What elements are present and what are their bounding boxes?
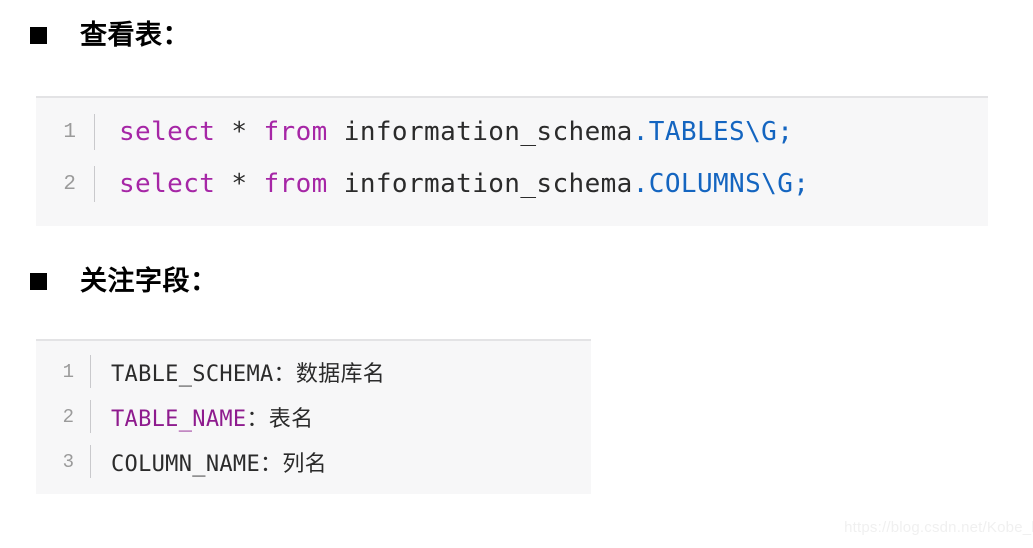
field-name: TABLE_SCHEMA	[111, 361, 274, 387]
square-bullet-icon	[30, 27, 47, 44]
section-heading-label: 查看表：	[80, 20, 190, 51]
section-heading-key-fields: 关注字段：	[30, 268, 218, 295]
sql-keyword-from: from	[263, 169, 328, 199]
sql-schema-identifier: information_schema	[327, 169, 633, 199]
line-number: 1	[63, 120, 76, 144]
sql-schema-identifier: information_schema	[327, 117, 633, 147]
code-line: 2 select * from information_schema.COLUM…	[36, 158, 988, 210]
sql-table-reference: .COLUMNS\G;	[632, 169, 810, 199]
field-description: 数据库名	[295, 361, 386, 387]
code-block-sql-queries: 1 select * from information_schema.TABLE…	[36, 96, 988, 226]
sql-keyword-from: from	[263, 117, 328, 147]
code-line-content: TABLE_SCHEMA：数据库名	[91, 356, 591, 388]
code-line-content: TABLE_NAME：表名	[91, 401, 591, 433]
code-block-field-descriptions: 1 TABLE_SCHEMA：数据库名 2 TABLE_NAME：表名 3 CO…	[36, 339, 591, 494]
field-separator: ：	[260, 451, 283, 477]
section-heading-label: 关注字段：	[80, 266, 218, 297]
sql-star-operator: *	[215, 169, 264, 199]
line-number: 2	[62, 405, 74, 428]
code-line: 1 TABLE_SCHEMA：数据库名	[36, 349, 591, 394]
field-name: TABLE_NAME	[111, 406, 247, 432]
line-number: 2	[63, 172, 76, 196]
slide-page: 查看表： 1 select * from information_schema.…	[0, 0, 1033, 548]
sql-star-operator: *	[215, 117, 264, 147]
sql-keyword-select: select	[119, 169, 216, 199]
code-line-content: select * from information_schema.COLUMNS…	[95, 169, 988, 199]
code-line-content: COLUMN_NAME：列名	[91, 446, 591, 478]
code-line: 1 select * from information_schema.TABLE…	[36, 106, 988, 158]
field-description: 列名	[282, 451, 327, 477]
code-line-content: select * from information_schema.TABLES\…	[95, 117, 988, 147]
code-line: 2 TABLE_NAME：表名	[36, 394, 591, 439]
watermark-url: https://blog.csdn.net/Kobe_k	[844, 519, 1033, 536]
field-description: 表名	[268, 406, 314, 432]
square-bullet-icon	[30, 273, 47, 290]
code-line: 3 COLUMN_NAME：列名	[36, 439, 591, 484]
section-heading-view-tables: 查看表：	[30, 22, 190, 49]
sql-table-reference: .TABLES\G;	[632, 117, 794, 147]
field-separator: ：	[246, 406, 269, 432]
field-separator: ：	[273, 361, 296, 387]
line-number: 3	[62, 450, 74, 473]
line-number: 1	[62, 360, 74, 383]
field-name: COLUMN_NAME	[111, 451, 260, 477]
sql-keyword-select: select	[119, 117, 216, 147]
